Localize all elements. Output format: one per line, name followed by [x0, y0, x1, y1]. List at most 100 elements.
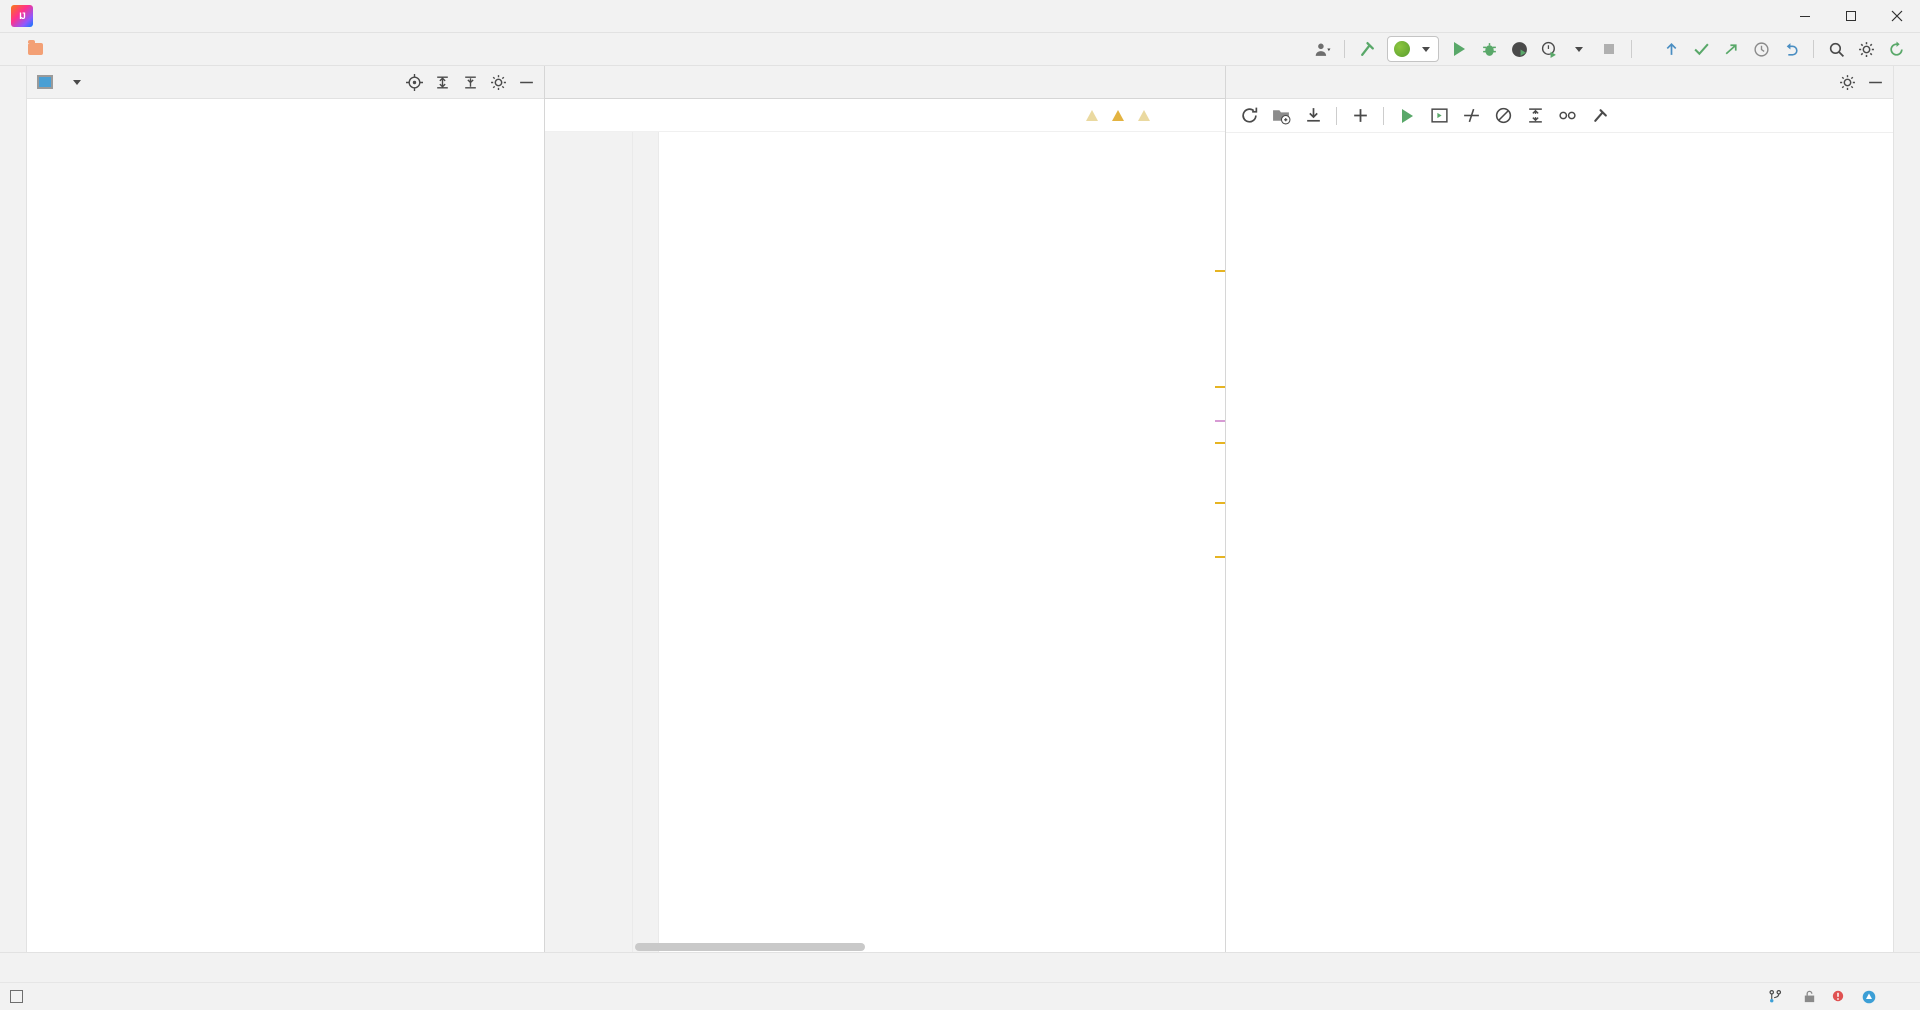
git-push-icon[interactable] — [1717, 36, 1745, 62]
hide-icon[interactable] — [513, 69, 540, 95]
settings-icon[interactable] — [1834, 69, 1861, 95]
breadcrumb[interactable] — [12, 40, 49, 55]
project-tree[interactable] — [27, 99, 544, 952]
menu-file[interactable] — [47, 13, 69, 19]
editor-tabs[interactable] — [545, 66, 1225, 99]
settings-icon[interactable] — [485, 69, 512, 95]
menu-view[interactable] — [91, 13, 113, 19]
inspection-error-icon[interactable] — [1831, 989, 1847, 1005]
menu-build[interactable] — [179, 13, 201, 19]
sidebar-item-database[interactable] — [1903, 90, 1911, 108]
sidebar-item-project[interactable] — [9, 72, 17, 90]
toolbar-separator-2 — [1631, 40, 1632, 58]
download-sources-icon[interactable] — [1298, 102, 1328, 130]
project-tool-window — [27, 66, 545, 952]
debug-icon[interactable] — [1475, 36, 1503, 62]
maven-settings-icon[interactable] — [1584, 102, 1614, 130]
horizontal-scrollbar[interactable] — [635, 942, 1211, 952]
locate-icon[interactable] — [401, 69, 428, 95]
next-problem-button[interactable] — [1189, 102, 1213, 128]
minimize-button[interactable] — [1782, 0, 1828, 33]
close-button[interactable] — [1874, 0, 1920, 33]
maven-toolbar-sep-2 — [1383, 106, 1384, 125]
run-coverage-icon[interactable] — [1505, 36, 1533, 62]
search-icon[interactable] — [1822, 36, 1850, 62]
git-update-icon[interactable] — [1657, 36, 1685, 62]
menu-run[interactable] — [201, 13, 223, 19]
git-commit-icon[interactable] — [1687, 36, 1715, 62]
menu-help[interactable] — [289, 13, 311, 19]
main-menu[interactable] — [47, 13, 311, 19]
code-text[interactable] — [659, 132, 1225, 952]
collapse-all-icon[interactable] — [1520, 102, 1550, 130]
git-history-icon[interactable] — [1747, 36, 1775, 62]
toggle-skip-tests-icon[interactable] — [1456, 102, 1486, 130]
build-hammer-icon[interactable] — [1353, 36, 1381, 62]
error-stripe-marker-strip[interactable] — [1213, 132, 1225, 952]
weak-warning-icon-2 — [1138, 109, 1150, 121]
git-branch-icon — [1769, 989, 1782, 1003]
sidebar-item-big-data-tools[interactable] — [1903, 108, 1911, 126]
run-icon[interactable] — [1445, 36, 1473, 62]
generate-sources-icon[interactable] — [1266, 102, 1296, 130]
code-viewport[interactable] — [545, 132, 1225, 952]
run-configuration-selector[interactable] — [1387, 36, 1439, 62]
previous-problem-button[interactable] — [1162, 102, 1186, 128]
bottom-tool-window-bar[interactable] — [0, 952, 1920, 982]
profiler-dropdown-icon[interactable] — [1565, 36, 1593, 62]
navigation-bar — [0, 33, 1920, 66]
maven-panel-header — [1226, 66, 1893, 99]
undo-icon[interactable] — [1777, 36, 1805, 62]
hide-icon[interactable] — [1862, 69, 1889, 95]
menu-window[interactable] — [267, 13, 289, 19]
run-maven-build-icon[interactable] — [1392, 102, 1422, 130]
sidebar-item-commit[interactable] — [9, 90, 17, 108]
show-dependencies-icon[interactable] — [1552, 102, 1582, 130]
inspection-widget[interactable] — [545, 99, 1225, 132]
intellij-logo-icon — [11, 5, 33, 27]
sidebar-item-bookmarks[interactable] — [9, 629, 17, 647]
gear-icon[interactable] — [1852, 36, 1880, 62]
execute-goal-icon[interactable] — [1424, 102, 1454, 130]
inspection-weak-1[interactable] — [1086, 109, 1101, 121]
stripe-mark — [1215, 270, 1225, 272]
toggle-offline-icon[interactable] — [1488, 102, 1518, 130]
read-only-lock-icon[interactable] — [1802, 989, 1817, 1004]
problems-widget[interactable] — [1861, 989, 1882, 1005]
inspection-weak-2[interactable] — [1138, 109, 1153, 121]
profiler-icon[interactable] — [1535, 36, 1563, 62]
scrollbar-thumb[interactable] — [635, 943, 865, 951]
git-branch-widget[interactable] — [1768, 989, 1788, 1004]
inspection-warning[interactable] — [1112, 109, 1127, 121]
stop-icon[interactable] — [1595, 36, 1623, 62]
intellij-window — [0, 0, 1920, 1010]
fold-column[interactable] — [633, 132, 659, 952]
chevron-down-icon[interactable] — [1422, 46, 1430, 52]
maven-panel-actions — [1834, 69, 1889, 95]
expand-all-icon[interactable] — [457, 69, 484, 95]
line-number-gutter[interactable] — [545, 132, 633, 952]
sidebar-item-jpa-structure[interactable] — [9, 894, 17, 912]
spring-boot-icon — [1394, 41, 1410, 57]
sidebar-item-notifications[interactable] — [1903, 126, 1911, 144]
reload-icon[interactable] — [1234, 102, 1264, 130]
maven-tree[interactable] — [1226, 133, 1893, 952]
sidebar-item-structure[interactable] — [9, 749, 17, 767]
stripe-mark — [1215, 386, 1225, 388]
collapse-all-icon[interactable] — [429, 69, 456, 95]
menu-code[interactable] — [135, 13, 157, 19]
sidebar-item-maven[interactable] — [1903, 72, 1911, 90]
stripe-mark — [1215, 420, 1225, 422]
menu-navigate[interactable] — [113, 13, 135, 19]
problems-icon — [1862, 990, 1876, 1003]
window-controls[interactable] — [1782, 0, 1920, 33]
menu-edit[interactable] — [69, 13, 91, 19]
chevron-down-icon[interactable] — [73, 79, 81, 85]
maximize-button[interactable] — [1828, 0, 1874, 33]
updates-icon[interactable] — [1882, 36, 1910, 62]
account-icon[interactable] — [1308, 36, 1336, 62]
menu-git[interactable] — [245, 13, 267, 19]
add-icon[interactable] — [1345, 102, 1375, 130]
menu-refactor[interactable] — [157, 13, 179, 19]
menu-tools[interactable] — [223, 13, 245, 19]
